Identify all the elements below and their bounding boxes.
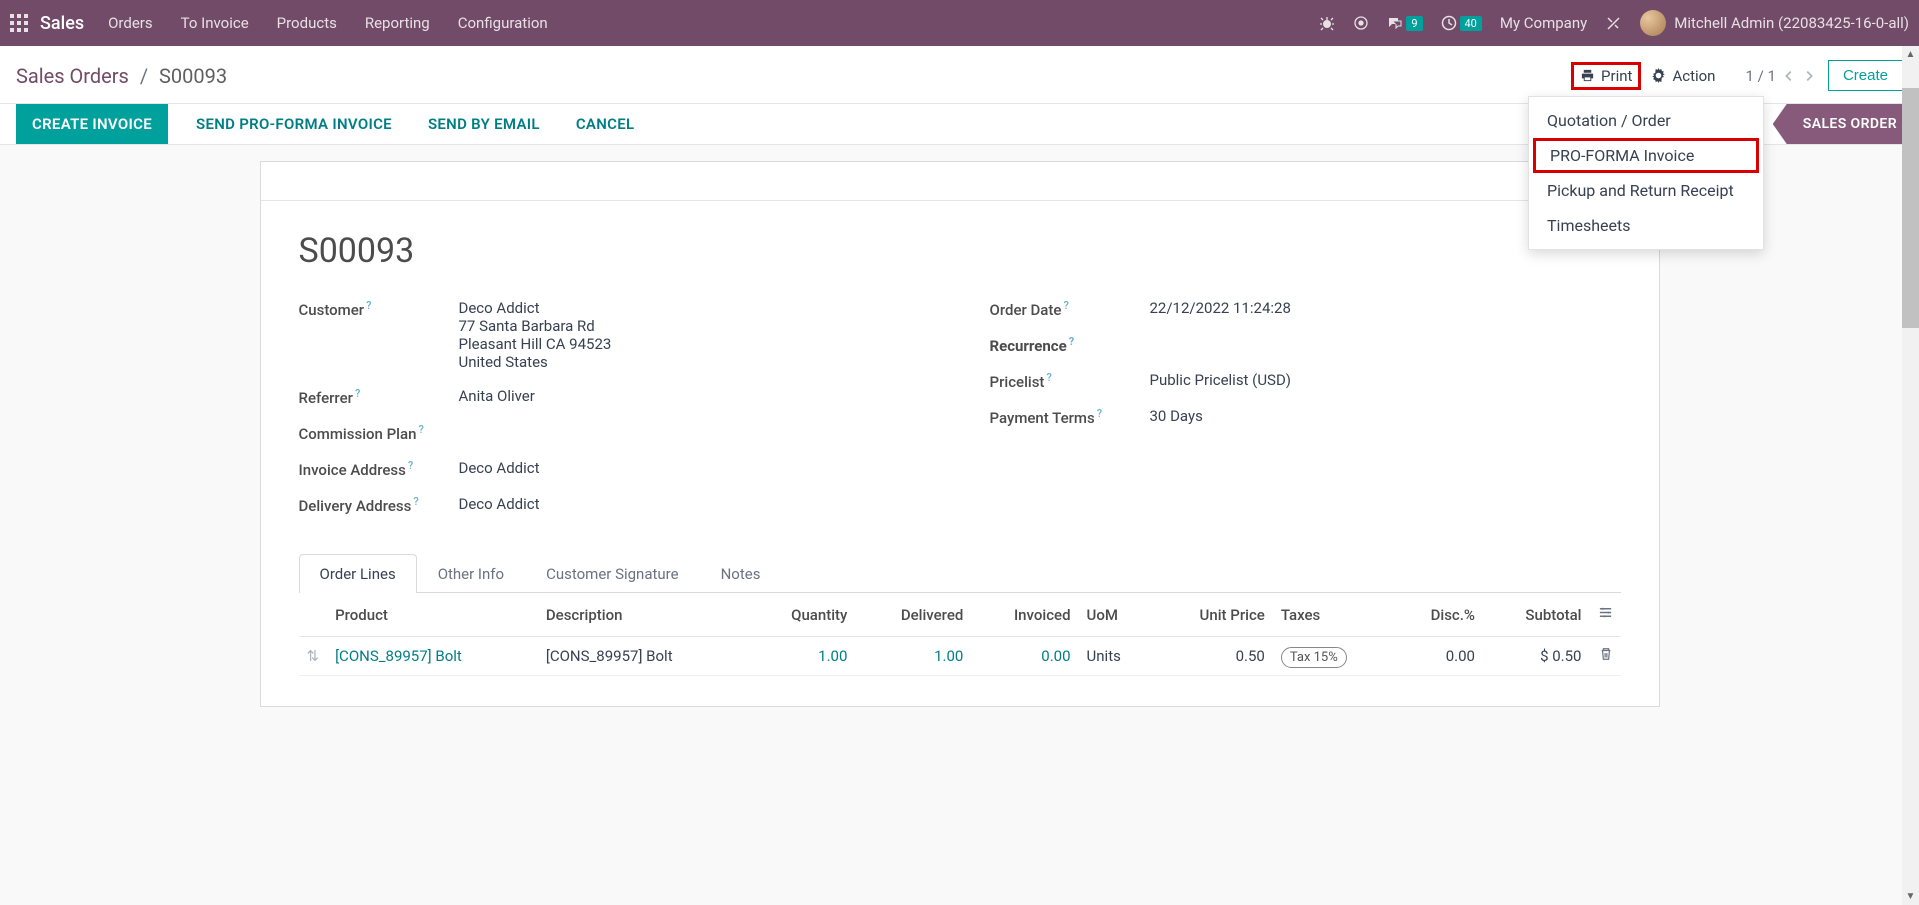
menu-configuration[interactable]: Configuration <box>458 14 548 32</box>
scroll-up-icon[interactable]: ▲ <box>1902 46 1919 63</box>
line-tax[interactable]: Tax 15% <box>1281 647 1347 668</box>
customer-addr3: United States <box>459 353 930 371</box>
tab-customer-signature[interactable]: Customer Signature <box>525 554 700 593</box>
user-name: Mitchell Admin (22083425-16-0-all) <box>1674 14 1909 32</box>
cancel-button[interactable]: CANCEL <box>558 115 653 133</box>
line-subtotal: $ 0.50 <box>1483 637 1590 676</box>
pricelist-label: Pricelist <box>990 373 1045 391</box>
tab-other-info[interactable]: Other Info <box>417 554 525 593</box>
scrollbar-thumb[interactable] <box>1902 88 1919 328</box>
customer-label: Customer <box>299 301 365 319</box>
referrer-label: Referrer <box>299 389 353 407</box>
dropdown-pickup-return[interactable]: Pickup and Return Receipt <box>1529 173 1763 208</box>
line-product[interactable]: [CONS_89957] Bolt <box>335 647 462 665</box>
dropdown-proforma-invoice[interactable]: PRO-FORMA Invoice <box>1533 138 1759 173</box>
activities-badge: 40 <box>1460 16 1482 31</box>
send-proforma-button[interactable]: SEND PRO-FORMA INVOICE <box>178 115 410 133</box>
tab-notes[interactable]: Notes <box>700 554 782 593</box>
app-brand[interactable]: Sales <box>40 13 84 34</box>
line-price[interactable]: 0.50 <box>1153 637 1273 676</box>
menu-products[interactable]: Products <box>277 14 337 32</box>
drag-handle-icon[interactable]: ⇅ <box>307 647 320 665</box>
stage-sales-order[interactable]: SALES ORDER <box>1773 104 1919 144</box>
chevron-left-icon[interactable] <box>1782 69 1796 83</box>
menu-to-invoice[interactable]: To Invoice <box>181 14 249 32</box>
col-subtotal[interactable]: Subtotal <box>1483 593 1590 637</box>
col-qty[interactable]: Quantity <box>749 593 856 637</box>
pricelist-value[interactable]: Public Pricelist (USD) <box>1150 371 1621 389</box>
recurrence-label: Recurrence <box>990 337 1067 355</box>
delivery-addr-label: Delivery Address <box>299 497 412 515</box>
breadcrumb-current: S00093 <box>159 64 227 88</box>
tools-icon[interactable] <box>1605 15 1622 32</box>
order-date-label: Order Date <box>990 301 1062 319</box>
action-button[interactable]: Action <box>1641 61 1725 91</box>
gear-icon <box>1651 68 1666 83</box>
col-delivered[interactable]: Delivered <box>855 593 971 637</box>
customer-addr1: 77 Santa Barbara Rd <box>459 317 930 335</box>
breadcrumb-root[interactable]: Sales Orders <box>16 64 129 88</box>
col-price[interactable]: Unit Price <box>1153 593 1273 637</box>
col-disc[interactable]: Disc.% <box>1394 593 1483 637</box>
chevron-right-icon[interactable] <box>1802 69 1816 83</box>
order-lines-table: Product Description Quantity Delivered I… <box>299 593 1621 676</box>
print-dropdown: Quotation / Order PRO-FORMA Invoice Pick… <box>1528 96 1764 250</box>
pager[interactable]: 1 / 1 <box>1745 67 1776 85</box>
control-panel: Sales Orders / S00093 Print Action 1 / 1… <box>0 46 1919 103</box>
payment-terms-value[interactable]: 30 Days <box>1150 407 1621 425</box>
col-product[interactable]: Product <box>327 593 538 637</box>
user-menu[interactable]: Mitchell Admin (22083425-16-0-all) <box>1640 10 1909 36</box>
tabs: Order Lines Other Info Customer Signatur… <box>299 553 1621 593</box>
delete-line-icon[interactable] <box>1599 647 1613 665</box>
line-delivered[interactable]: 1.00 <box>934 647 963 665</box>
line-uom[interactable]: Units <box>1079 637 1153 676</box>
delivery-addr-value[interactable]: Deco Addict <box>459 495 930 513</box>
customer-value[interactable]: Deco Addict <box>459 299 930 317</box>
line-qty[interactable]: 1.00 <box>818 647 847 665</box>
payment-terms-label: Payment Terms <box>990 409 1095 427</box>
order-date-value: 22/12/2022 11:24:28 <box>1150 299 1621 317</box>
messages-badge: 9 <box>1406 16 1422 31</box>
line-desc[interactable]: [CONS_89957] Bolt <box>538 637 749 676</box>
scroll-down-icon[interactable]: ▼ <box>1902 888 1919 905</box>
customer-addr2: Pleasant Hill CA 94523 <box>459 335 930 353</box>
support-icon[interactable] <box>1353 15 1369 31</box>
bug-icon[interactable] <box>1319 15 1335 31</box>
line-invoiced[interactable]: 0.00 <box>1041 647 1070 665</box>
send-email-button[interactable]: SEND BY EMAIL <box>410 115 558 133</box>
table-row[interactable]: ⇅ [CONS_89957] Bolt [CONS_89957] Bolt 1.… <box>299 637 1621 676</box>
create-button[interactable]: Create <box>1828 60 1903 91</box>
company-name[interactable]: My Company <box>1500 14 1587 32</box>
breadcrumb: Sales Orders / S00093 <box>16 64 227 88</box>
line-disc[interactable]: 0.00 <box>1394 637 1483 676</box>
form-sheet: er S00093 Customer? Deco Addict 77 Santa… <box>260 161 1660 707</box>
invoice-addr-value[interactable]: Deco Addict <box>459 459 930 477</box>
menu-orders[interactable]: Orders <box>108 14 153 32</box>
main-menu: Orders To Invoice Products Reporting Con… <box>108 14 548 32</box>
col-desc[interactable]: Description <box>538 593 749 637</box>
top-navbar: Sales Orders To Invoice Products Reporti… <box>0 0 1919 46</box>
scrollbar[interactable]: ▲ ▼ <box>1902 46 1919 905</box>
avatar <box>1640 10 1666 36</box>
print-icon <box>1580 68 1595 83</box>
menu-reporting[interactable]: Reporting <box>365 14 430 32</box>
col-invoiced[interactable]: Invoiced <box>971 593 1078 637</box>
print-button[interactable]: Print <box>1571 62 1641 90</box>
create-invoice-button[interactable]: CREATE INVOICE <box>16 104 168 144</box>
col-uom[interactable]: UoM <box>1079 593 1153 637</box>
tab-order-lines[interactable]: Order Lines <box>299 554 417 593</box>
dropdown-timesheets[interactable]: Timesheets <box>1529 208 1763 243</box>
referrer-value[interactable]: Anita Oliver <box>459 387 930 405</box>
invoice-addr-label: Invoice Address <box>299 461 406 479</box>
apps-icon[interactable] <box>10 14 28 32</box>
columns-config-icon[interactable] <box>1598 605 1613 620</box>
col-taxes[interactable]: Taxes <box>1273 593 1394 637</box>
commission-label: Commission Plan <box>299 425 417 443</box>
messages-icon[interactable]: 9 <box>1387 15 1422 31</box>
order-name: S00093 <box>299 231 1621 271</box>
activities-icon[interactable]: 40 <box>1441 15 1482 31</box>
dropdown-quotation-order[interactable]: Quotation / Order <box>1529 103 1763 138</box>
